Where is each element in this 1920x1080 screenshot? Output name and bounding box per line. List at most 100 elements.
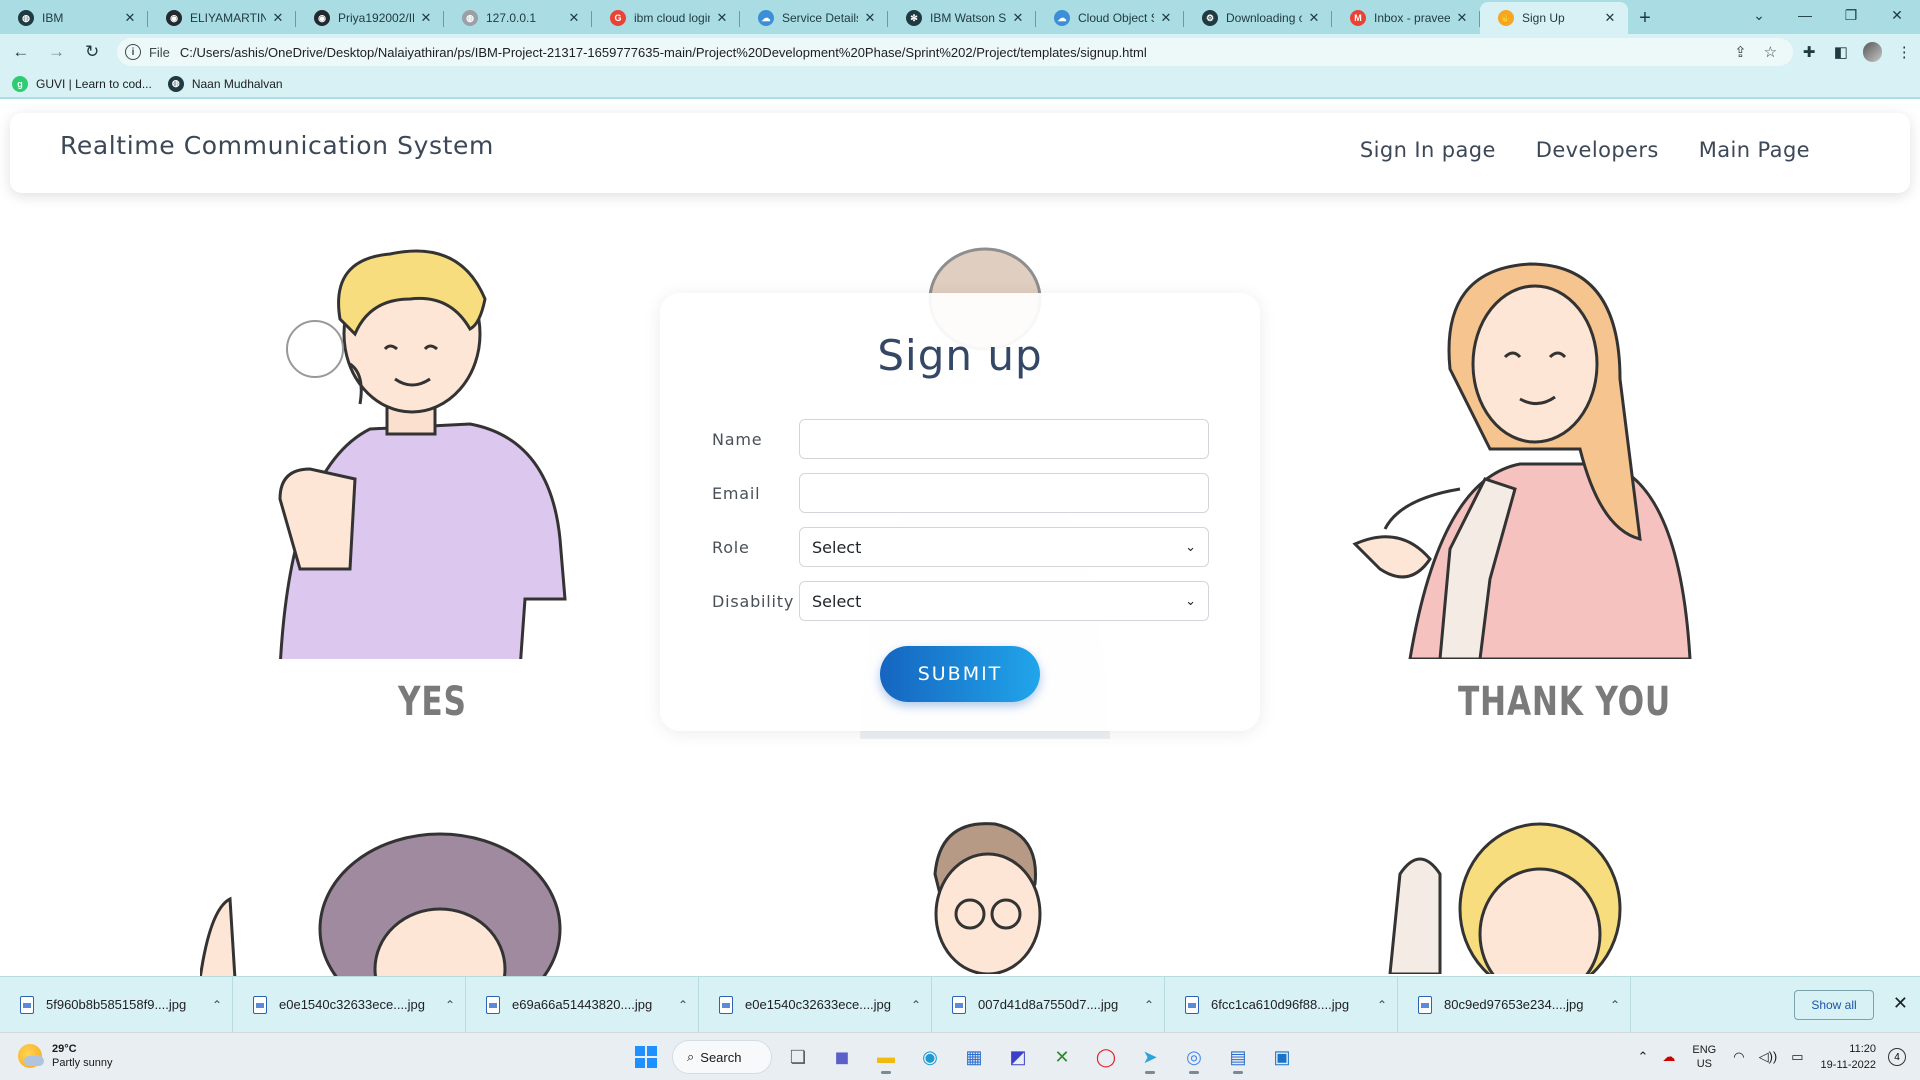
browser-tab[interactable]: ☁ Service Details ✕ xyxy=(740,2,888,34)
tab-close-icon[interactable]: ✕ xyxy=(862,10,878,26)
show-all-downloads-button[interactable]: Show all xyxy=(1794,990,1874,1020)
tab-title: IBM Watson Stu xyxy=(930,11,1006,25)
tab-close-icon[interactable]: ✕ xyxy=(122,10,138,26)
chevron-up-icon[interactable]: ⌃ xyxy=(1367,998,1397,1012)
site-info-icon[interactable]: i xyxy=(124,44,141,60)
browser-tab[interactable]: Gibm cloud login ✕ xyxy=(592,2,740,34)
tab-search-icon[interactable]: ⌄ xyxy=(1736,0,1782,30)
download-item[interactable]: e0e1540c32633ece....jpg ⌃ xyxy=(699,976,932,1033)
nav-link-main-page[interactable]: Main Page xyxy=(1699,138,1810,162)
browser-tab[interactable]: ◍ IBM ✕ xyxy=(0,2,148,34)
weather-widget[interactable]: 29°C Partly sunny xyxy=(18,1042,113,1070)
reload-button[interactable]: ↻ xyxy=(77,37,107,67)
chevron-up-icon[interactable]: ⌃ xyxy=(1134,998,1164,1012)
file-explorer-icon[interactable]: ▬ xyxy=(868,1039,904,1075)
disability-select[interactable]: Select ⌄ xyxy=(799,581,1209,621)
browser-tab[interactable]: ✋ Sign Up ✕ xyxy=(1480,2,1628,34)
chevron-up-icon[interactable]: ⌃ xyxy=(901,998,931,1012)
yes-caption: YES xyxy=(398,679,467,725)
tab-close-icon[interactable]: ✕ xyxy=(270,10,286,26)
site-brand[interactable]: Realtime Communication System xyxy=(60,131,494,160)
extensions-icon[interactable]: ✚ xyxy=(1793,37,1825,67)
email-input[interactable] xyxy=(799,473,1209,513)
bottom-center-illustration xyxy=(933,822,1042,974)
bookmark-item[interactable]: ◍ Naan Mudhalvan xyxy=(167,75,283,92)
side-panel-icon[interactable]: ◧ xyxy=(1825,37,1857,67)
url-text[interactable]: C:/Users/ashis/OneDrive/Desktop/Nalaiyat… xyxy=(180,45,1725,60)
role-select[interactable]: Select ⌄ xyxy=(799,527,1209,567)
name-input[interactable] xyxy=(799,419,1209,459)
back-button[interactable]: ← xyxy=(6,37,36,67)
telegram-icon[interactable]: ➤ xyxy=(1132,1039,1168,1075)
chevron-up-icon[interactable]: ⌃ xyxy=(435,998,465,1012)
clock[interactable]: 11:20 19-11-2022 xyxy=(1821,1041,1876,1073)
notification-icon[interactable]: 4 xyxy=(1888,1048,1906,1066)
chevron-up-icon[interactable]: ⌃ xyxy=(668,998,698,1012)
tab-close-icon[interactable]: ✕ xyxy=(418,10,434,26)
download-item[interactable]: 80c9ed97653e234....jpg ⌃ xyxy=(1398,976,1631,1033)
close-window-button[interactable]: ✕ xyxy=(1874,0,1920,30)
browser-tab[interactable]: ⚙ Downloading co ✕ xyxy=(1184,2,1332,34)
browser-tab[interactable]: ◍ 127.0.0.1 ✕ xyxy=(444,2,592,34)
browser-tab[interactable]: ◉ ELIYAMARTIN ✕ xyxy=(148,2,296,34)
app-window-icon[interactable]: ▣ xyxy=(1264,1039,1300,1075)
tab-close-icon[interactable]: ✕ xyxy=(1454,10,1470,26)
start-button[interactable] xyxy=(628,1039,664,1075)
bookmarks-bar: g GUVI | Learn to cod... ◍ Naan Mudhalvan xyxy=(0,70,1920,98)
tab-favicon-icon: ☁ xyxy=(1054,10,1070,26)
browser-tab[interactable]: ☁ Cloud Object St ✕ xyxy=(1036,2,1184,34)
browser-tab[interactable]: ✻ IBM Watson Stu ✕ xyxy=(888,2,1036,34)
xbox-icon[interactable]: ✕ xyxy=(1044,1039,1080,1075)
taskbar-search-label: Search xyxy=(700,1049,742,1065)
signup-card: Sign up Name Email Role Select ⌄ Disabil… xyxy=(660,293,1260,731)
tab-title: Inbox - praveen xyxy=(1374,11,1450,25)
tab-close-icon[interactable]: ✕ xyxy=(1158,10,1174,26)
nav-link-sign-in[interactable]: Sign In page xyxy=(1360,138,1496,162)
tab-close-icon[interactable]: ✕ xyxy=(1306,10,1322,26)
menu-kebab-icon[interactable]: ⋮ xyxy=(1888,37,1920,67)
volume-icon[interactable]: ◁)) xyxy=(1759,1049,1778,1065)
chrome-icon[interactable]: ◎ xyxy=(1176,1039,1212,1075)
address-bar[interactable]: i File C:/Users/ashis/OneDrive/Desktop/N… xyxy=(116,38,1794,66)
browser-tab[interactable]: M Inbox - praveen ✕ xyxy=(1332,2,1480,34)
download-item[interactable]: 6fcc1ca610d96f88....jpg ⌃ xyxy=(1165,976,1398,1033)
download-item[interactable]: e0e1540c32633ece....jpg ⌃ xyxy=(233,976,466,1033)
tab-close-icon[interactable]: ✕ xyxy=(1010,10,1026,26)
profile-avatar[interactable] xyxy=(1862,42,1883,62)
opera-icon[interactable]: ◯ xyxy=(1088,1039,1124,1075)
download-item[interactable]: 5f960b8b585158f9....jpg ⌃ xyxy=(0,976,233,1033)
app-icon[interactable]: ◩ xyxy=(1000,1039,1036,1075)
nav-link-developers[interactable]: Developers xyxy=(1536,138,1659,162)
tab-close-icon[interactable]: ✕ xyxy=(1602,10,1618,26)
store-icon[interactable]: ▦ xyxy=(956,1039,992,1075)
role-label: Role xyxy=(712,537,750,557)
close-shelf-icon[interactable]: ✕ xyxy=(1893,993,1908,1014)
chevron-up-icon[interactable]: ⌃ xyxy=(1638,1049,1649,1065)
signup-title: Sign up xyxy=(877,331,1043,380)
download-item[interactable]: 007d41d8a7550d7....jpg ⌃ xyxy=(932,976,1165,1033)
forward-button[interactable]: → xyxy=(42,37,72,67)
restore-button[interactable]: ❐ xyxy=(1828,0,1874,30)
taskbar-search[interactable]: ⌕ Search xyxy=(672,1040,772,1074)
submit-button[interactable]: SUBMIT xyxy=(880,646,1040,702)
new-tab-button[interactable]: + xyxy=(1628,2,1662,34)
tab-close-icon[interactable]: ✕ xyxy=(714,10,730,26)
chevron-up-icon[interactable]: ⌃ xyxy=(202,998,232,1012)
bookmark-star-icon[interactable]: ☆ xyxy=(1755,43,1785,61)
notepad-icon[interactable]: ▤ xyxy=(1220,1039,1256,1075)
wifi-icon[interactable]: ◠ xyxy=(1733,1049,1744,1065)
battery-icon[interactable]: ▭ xyxy=(1791,1049,1803,1065)
minimize-button[interactable]: — xyxy=(1782,0,1828,30)
language-indicator[interactable]: ENG US xyxy=(1692,1043,1716,1071)
edge-icon[interactable]: ◉ xyxy=(912,1039,948,1075)
share-icon[interactable]: ⇪ xyxy=(1725,43,1755,61)
teams-chat-icon[interactable]: ◼ xyxy=(824,1039,860,1075)
chevron-up-icon[interactable]: ⌃ xyxy=(1600,998,1630,1012)
disability-select-value: Select xyxy=(812,591,862,611)
task-view-icon[interactable]: ❏ xyxy=(780,1039,816,1075)
tab-close-icon[interactable]: ✕ xyxy=(566,10,582,26)
onedrive-icon[interactable]: ☁ xyxy=(1662,1049,1675,1065)
download-item[interactable]: e69a66a51443820....jpg ⌃ xyxy=(466,976,699,1033)
bookmark-item[interactable]: g GUVI | Learn to cod... xyxy=(12,75,152,92)
browser-tab[interactable]: ◉ Priya192002/IBM ✕ xyxy=(296,2,444,34)
